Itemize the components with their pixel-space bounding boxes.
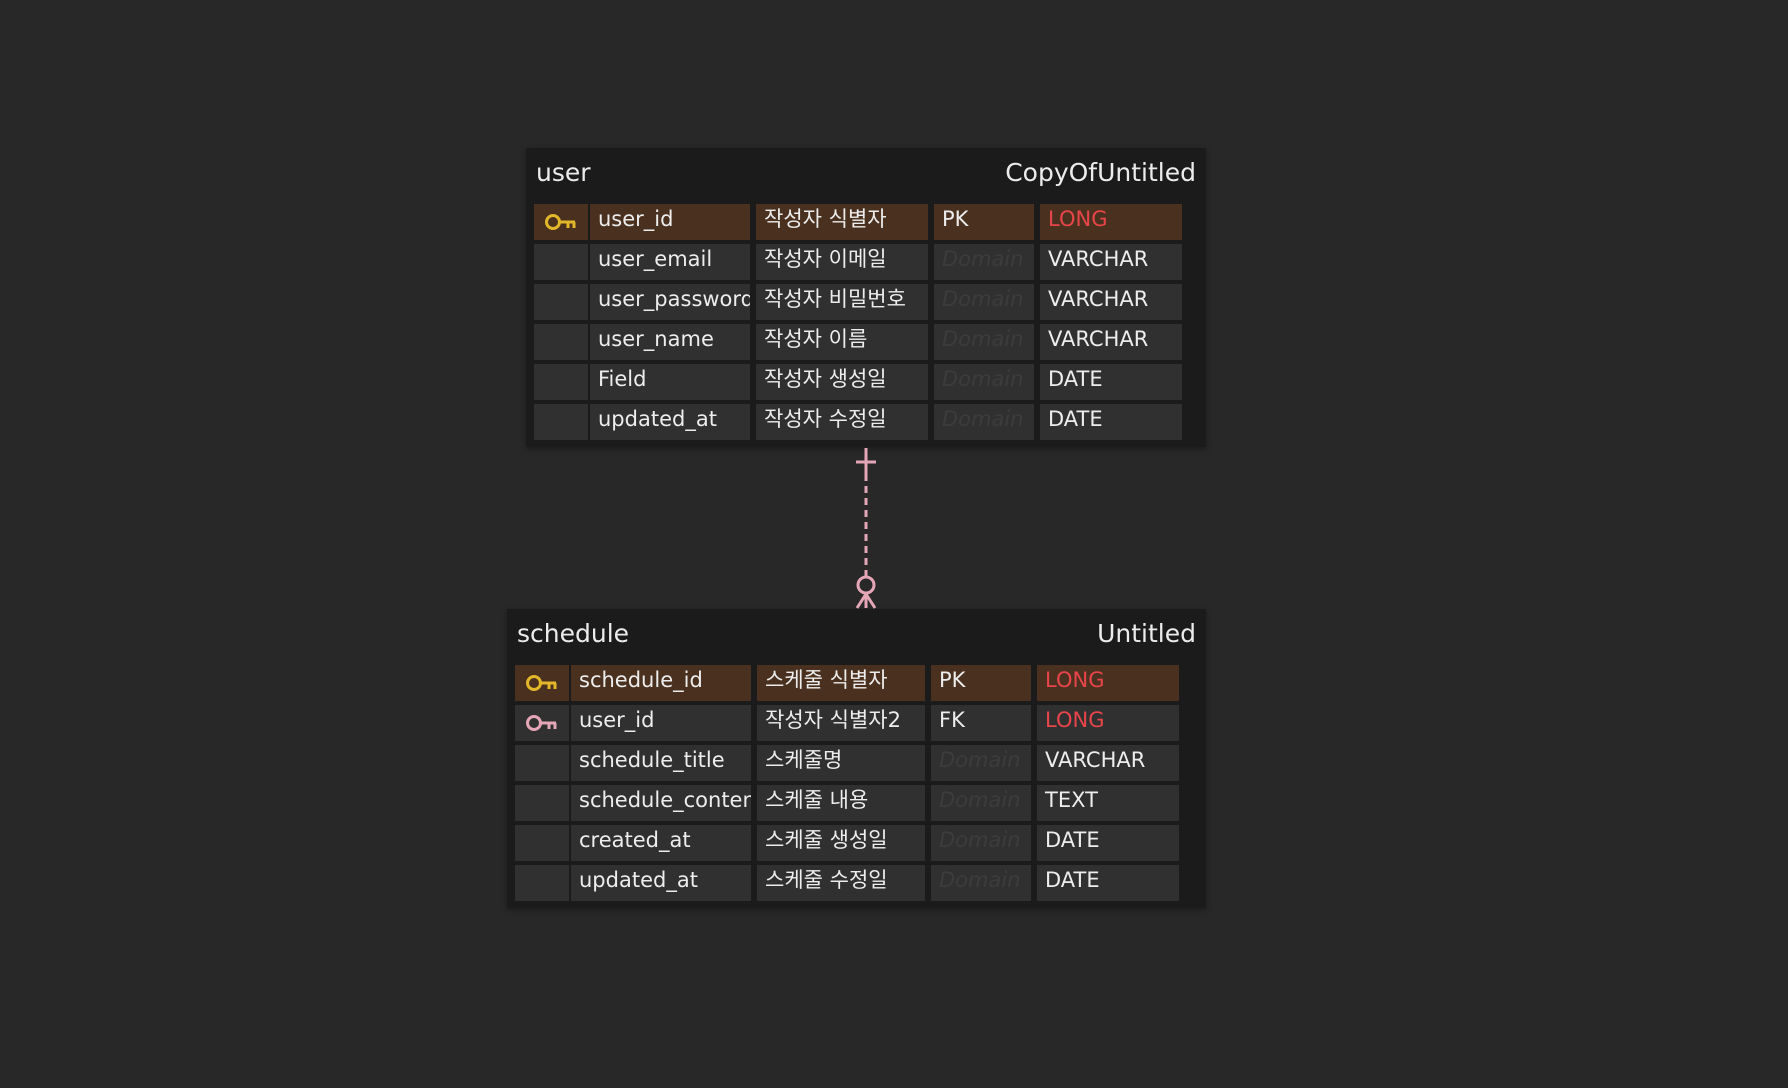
column-data-type[interactable]: LONG	[1037, 705, 1179, 741]
column-domain-placeholder[interactable]: Domain	[934, 324, 1034, 360]
entity-name: schedule	[517, 619, 630, 648]
column-domain-placeholder[interactable]: Domain	[934, 244, 1034, 280]
column-comment[interactable]: 작성자 이름	[756, 324, 928, 360]
entity-header[interactable]: user CopyOfUntitled	[526, 148, 1206, 200]
entity-user-table[interactable]: user CopyOfUntitled user_id 작성자 식별자 PK LONG…	[526, 148, 1206, 447]
column-data-type[interactable]: VARCHAR	[1040, 244, 1182, 280]
column-key-cell	[534, 284, 588, 320]
column-row[interactable]: schedule_content 스케줄 내용 Domain TEXT	[507, 785, 1206, 821]
entity-name: user	[536, 158, 591, 187]
column-comment[interactable]: 작성자 수정일	[756, 404, 928, 440]
column-comment[interactable]: 스케줄 식별자	[757, 665, 925, 701]
column-domain-placeholder[interactable]: Domain	[934, 364, 1034, 400]
column-key-cell	[534, 244, 588, 280]
column-key-cell	[515, 825, 569, 861]
column-row[interactable]: user_email 작성자 이메일 Domain VARCHAR	[526, 244, 1206, 280]
entity-schedule-table[interactable]: schedule Untitled schedule_id 스케줄 식별자 PK LO…	[507, 609, 1206, 908]
column-key-cell	[534, 364, 588, 400]
column-domain-placeholder[interactable]: Domain	[934, 284, 1034, 320]
column-row[interactable]: updated_at 스케줄 수정일 Domain DATE	[507, 865, 1206, 901]
foreign-key-icon	[525, 713, 559, 733]
column-key-cell	[534, 324, 588, 360]
erd-canvas[interactable]: user CopyOfUntitled user_id 작성자 식별자 PK LONG…	[0, 0, 1788, 1088]
column-domain-placeholder[interactable]: Domain	[934, 404, 1034, 440]
column-comment[interactable]: 스케줄 내용	[757, 785, 925, 821]
column-name[interactable]: schedule_title	[571, 745, 751, 781]
column-row[interactable]: user_id 작성자 식별자2 FK LONG	[507, 705, 1206, 741]
column-data-type[interactable]: DATE	[1037, 825, 1179, 861]
column-domain-placeholder[interactable]: Domain	[931, 825, 1031, 861]
column-name[interactable]: user_email	[590, 244, 750, 280]
column-key-cell	[515, 745, 569, 781]
column-data-type[interactable]: LONG	[1040, 204, 1182, 240]
column-name[interactable]: updated_at	[590, 404, 750, 440]
column-key-cell	[534, 204, 588, 240]
column-comment[interactable]: 작성자 식별자2	[757, 705, 925, 741]
column-domain-placeholder[interactable]: Domain	[931, 785, 1031, 821]
column-comment[interactable]: 작성자 이메일	[756, 244, 928, 280]
column-row[interactable]: user_id 작성자 식별자 PK LONG	[526, 204, 1206, 240]
column-key-cell	[515, 665, 569, 701]
column-row[interactable]: schedule_title 스케줄명 Domain VARCHAR	[507, 745, 1206, 781]
many-cardinality-crowfoot-left	[855, 593, 868, 609]
column-key-cell	[515, 865, 569, 901]
column-constraint[interactable]: PK	[934, 204, 1034, 240]
column-domain-placeholder[interactable]: Domain	[931, 865, 1031, 901]
column-comment[interactable]: 작성자 식별자	[756, 204, 928, 240]
primary-key-icon	[544, 212, 578, 232]
column-comment[interactable]: 작성자 비밀번호	[756, 284, 928, 320]
column-data-type[interactable]: VARCHAR	[1040, 284, 1182, 320]
column-comment[interactable]: 작성자 생성일	[756, 364, 928, 400]
column-name[interactable]: updated_at	[571, 865, 751, 901]
column-comment[interactable]: 스케줄 생성일	[757, 825, 925, 861]
column-data-type[interactable]: DATE	[1040, 404, 1182, 440]
column-name[interactable]: user_id	[571, 705, 751, 741]
many-cardinality-crowfoot-right	[864, 593, 877, 609]
column-name[interactable]: user_id	[590, 204, 750, 240]
entity-schema-name: Untitled	[1097, 619, 1196, 648]
zero-cardinality-circle	[856, 575, 876, 595]
column-name[interactable]: user_name	[590, 324, 750, 360]
column-key-cell	[534, 404, 588, 440]
column-comment[interactable]: 스케줄 수정일	[757, 865, 925, 901]
column-row[interactable]: schedule_id 스케줄 식별자 PK LONG	[507, 665, 1206, 701]
column-name[interactable]: schedule_id	[571, 665, 751, 701]
column-name[interactable]: schedule_content	[571, 785, 751, 821]
entity-header[interactable]: schedule Untitled	[507, 609, 1206, 661]
column-data-type[interactable]: LONG	[1037, 665, 1179, 701]
column-row[interactable]: updated_at 작성자 수정일 Domain DATE	[526, 404, 1206, 440]
column-key-cell	[515, 785, 569, 821]
column-name[interactable]: created_at	[571, 825, 751, 861]
column-name[interactable]: user_password	[590, 284, 750, 320]
column-comment[interactable]: 스케줄명	[757, 745, 925, 781]
primary-key-icon	[525, 673, 559, 693]
column-domain-placeholder[interactable]: Domain	[931, 745, 1031, 781]
column-data-type[interactable]: TEXT	[1037, 785, 1179, 821]
column-data-type[interactable]: DATE	[1040, 364, 1182, 400]
column-key-cell	[515, 705, 569, 741]
column-constraint[interactable]: FK	[931, 705, 1031, 741]
column-name[interactable]: Field	[590, 364, 750, 400]
column-data-type[interactable]: VARCHAR	[1037, 745, 1179, 781]
column-data-type[interactable]: DATE	[1037, 865, 1179, 901]
entity-schema-name: CopyOfUntitled	[1005, 158, 1196, 187]
column-row[interactable]: Field 작성자 생성일 Domain DATE	[526, 364, 1206, 400]
column-row[interactable]: user_name 작성자 이름 Domain VARCHAR	[526, 324, 1206, 360]
column-constraint[interactable]: PK	[931, 665, 1031, 701]
column-data-type[interactable]: VARCHAR	[1040, 324, 1182, 360]
column-row[interactable]: user_password 작성자 비밀번호 Domain VARCHAR	[526, 284, 1206, 320]
column-row[interactable]: created_at 스케줄 생성일 Domain DATE	[507, 825, 1206, 861]
